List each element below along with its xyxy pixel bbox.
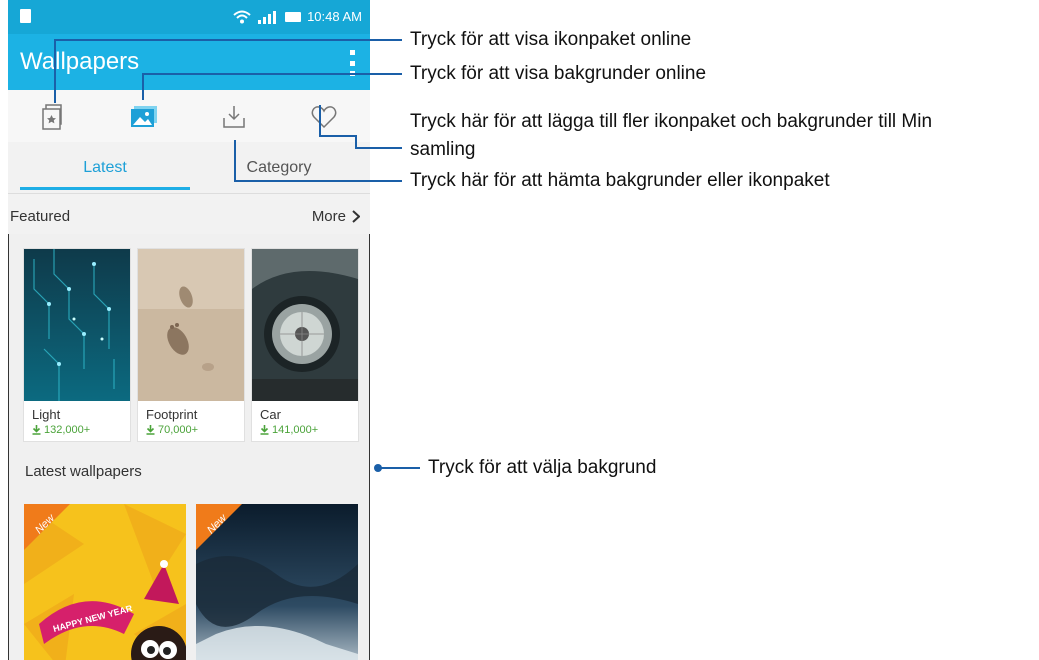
callout-wallpapers-online: Tryck för att visa bakgrunder online — [410, 63, 707, 84]
card-name: Footprint — [146, 407, 198, 422]
wallpaper-card-light[interactable]: Light 132,000+ — [24, 249, 130, 441]
wallpaper-card-footprint[interactable]: Footprint 70,000+ — [138, 249, 244, 441]
tab-category[interactable]: Category — [194, 150, 364, 192]
download-count-icon — [260, 425, 269, 435]
card-name: Light — [32, 407, 61, 422]
wallpaper-card-car[interactable]: Car 141,000+ — [252, 249, 358, 441]
wallpaper-thumb-light — [24, 249, 130, 401]
callout-my-collection-2: samling — [410, 139, 476, 160]
callout-iconpacks-online: Tryck för att visa ikonpaket online — [410, 29, 692, 50]
latest-wallpapers-label: Latest wallpapers — [25, 463, 142, 480]
featured-header: Featured More — [8, 198, 370, 234]
wifi-icon — [233, 10, 251, 23]
latest-wallpaper-newyear[interactable]: New HAPPY NEW YEAR — [24, 504, 186, 660]
callout-download: Tryck här för att hämta bakgrunder eller… — [410, 170, 830, 191]
status-time: 10:48 AM — [307, 9, 362, 24]
overflow-menu-icon[interactable] — [350, 50, 356, 76]
more-link[interactable]: More — [312, 208, 360, 225]
card-name: Car — [260, 407, 281, 422]
sd-card-icon — [20, 9, 31, 23]
wallpaper-content: Light 132,000+ Footprint 70,000+ Car 141… — [8, 234, 370, 660]
image-icon[interactable] — [130, 103, 158, 131]
status-bar: 10:48 AM — [8, 0, 370, 34]
tab-bar: Latest Category — [8, 150, 370, 192]
battery-icon — [285, 11, 302, 22]
callout-my-collection-1: Tryck här för att lägga till fler ikonpa… — [410, 111, 933, 132]
callout-select-wallpaper: Tryck för att välja bakgrund — [428, 457, 657, 478]
wallpaper-thumb-car — [252, 249, 358, 401]
more-label: More — [311, 208, 346, 225]
download-icon[interactable] — [220, 103, 248, 131]
download-count: 70,000+ — [146, 424, 198, 436]
download-count-value: 70,000+ — [158, 424, 199, 436]
app-title: Wallpapers — [20, 48, 140, 75]
iconpack-icon[interactable] — [40, 103, 68, 131]
download-count: 141,000+ — [260, 424, 318, 436]
icon-bar — [8, 90, 370, 142]
divider — [8, 193, 370, 194]
download-count-value: 132,000+ — [44, 424, 91, 436]
download-count-icon — [146, 425, 155, 435]
download-count: 132,000+ — [32, 424, 90, 436]
signal-icon — [258, 10, 277, 24]
phone-screen: 10:48 AM Wallpapers Latest Category Feat… — [8, 0, 370, 660]
download-count-value: 141,000+ — [272, 424, 319, 436]
download-count-icon — [32, 425, 41, 435]
featured-label: Featured — [10, 208, 71, 225]
chevron-right-icon — [352, 210, 360, 223]
heart-icon[interactable] — [310, 103, 338, 131]
wallpaper-thumb-footprint — [138, 249, 244, 401]
status-icons: 10:48 AM — [233, 9, 362, 24]
latest-wallpaper-sky[interactable]: New — [196, 504, 358, 660]
app-bar: Wallpapers — [8, 34, 370, 90]
tab-latest[interactable]: Latest — [20, 150, 190, 192]
